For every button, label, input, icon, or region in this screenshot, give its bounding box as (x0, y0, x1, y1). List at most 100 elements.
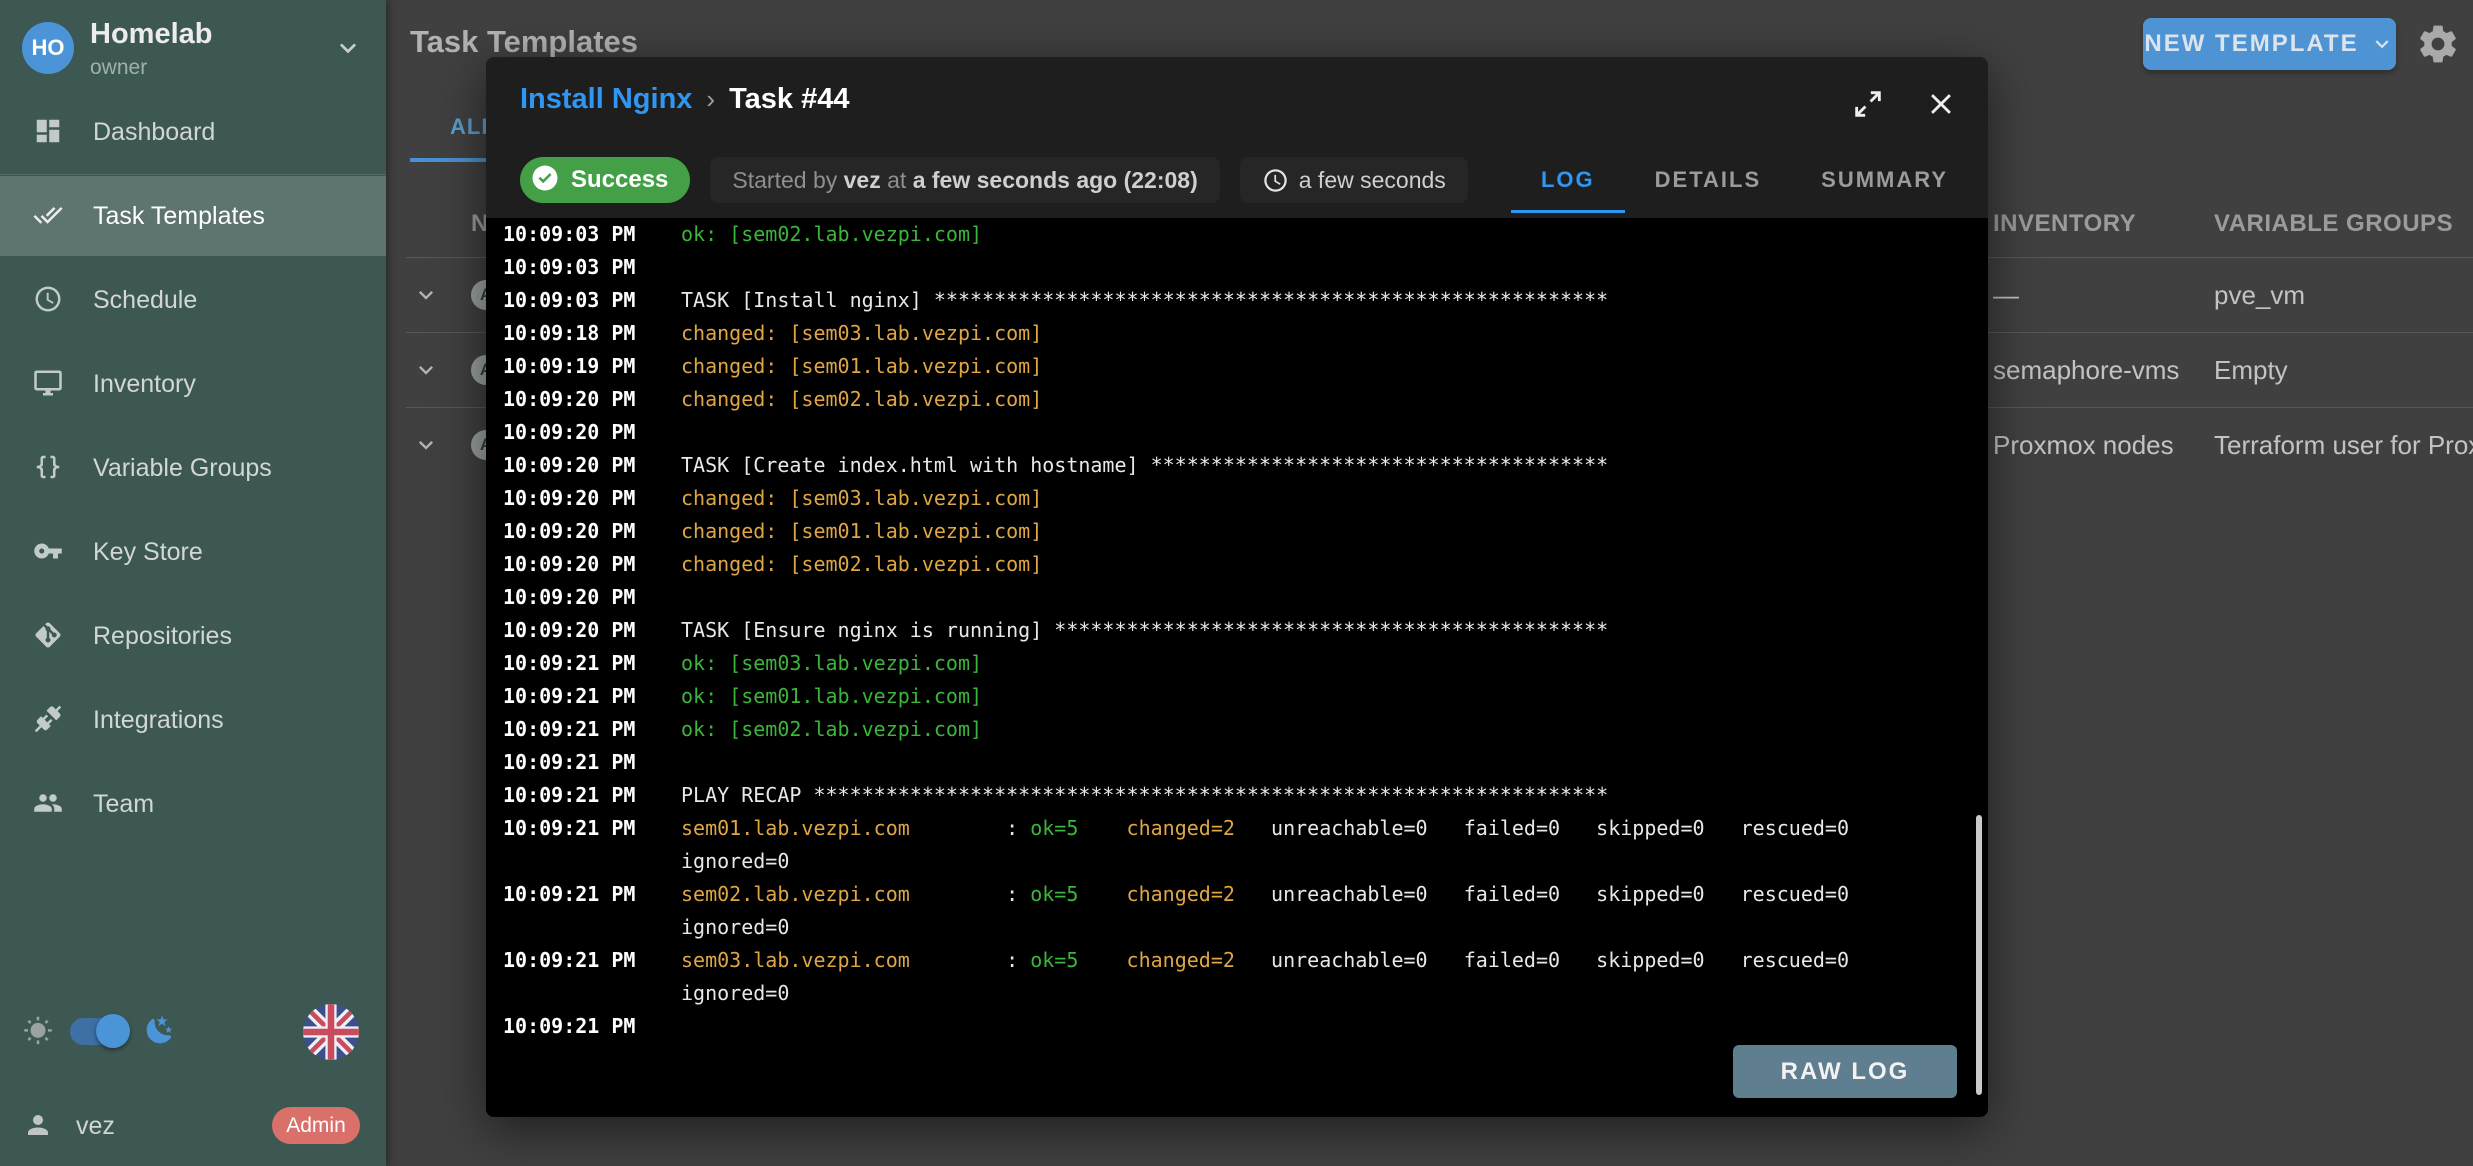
raw-log-button[interactable]: RAW LOG (1733, 1045, 1957, 1098)
sidebar-item-key-store[interactable]: Key Store (0, 512, 386, 592)
cell-variable-groups: pve_vm (2214, 280, 2305, 311)
sidebar-item-label: Inventory (93, 370, 196, 399)
chevron-down-icon[interactable] (412, 356, 440, 384)
log-line: 10:09:20 PM (486, 416, 1988, 449)
new-template-button[interactable]: NEW TEMPLATE (2143, 18, 2396, 70)
sidebar-item-label: Team (93, 790, 154, 819)
sidebar-item-task-templates[interactable]: Task Templates (0, 176, 386, 256)
log-timestamp: 10:09:20 PM (503, 581, 681, 614)
page-title: Task Templates (410, 24, 638, 60)
breadcrumb-separator: › (706, 84, 715, 115)
sidebar-menu: Dashboard Task Templates Schedule Inventory… (0, 92, 386, 848)
log-timestamp: 10:09:21 PM (503, 878, 681, 911)
sidebar-item-schedule[interactable]: Schedule (0, 260, 386, 340)
sun-icon (23, 1016, 53, 1046)
sidebar: HO Homelab owner Dashboard Task Templates… (0, 0, 386, 1166)
gear-icon[interactable] (2416, 22, 2460, 66)
tab-log[interactable]: LOG (1511, 147, 1625, 213)
user-row[interactable]: vez Admin (0, 1100, 386, 1160)
log-line: 10:09:18 PMchanged: [sem03.lab.vezpi.com… (486, 317, 1988, 350)
log-timestamp: 10:09:20 PM (503, 614, 681, 647)
monitor-icon (33, 368, 65, 400)
app-root: Task Templates ALL NAME INVENTORY VARIAB… (0, 0, 2473, 1166)
cell-variable-groups: Terraform user for Proxm (2214, 430, 2473, 461)
log-line: 10:09:21 PMPLAY RECAP ******************… (486, 779, 1988, 812)
log-line: ignored=0 (486, 911, 1988, 944)
sidebar-item-repositories[interactable]: Repositories (0, 596, 386, 676)
status-row: Success Started by vez at a few seconds … (520, 157, 1468, 203)
log-scrollbar[interactable] (1976, 815, 1982, 1095)
sidebar-item-inventory[interactable]: Inventory (0, 344, 386, 424)
braces-icon (33, 452, 65, 484)
sidebar-item-team[interactable]: Team (0, 764, 386, 844)
log-timestamp: 10:09:21 PM (503, 680, 681, 713)
cell-inventory: semaphore-vms (1993, 355, 2179, 386)
log-line: 10:09:21 PMsem03.lab.vezpi.com : ok=5 ch… (486, 944, 1988, 977)
dark-mode-toggle-knob[interactable] (96, 1014, 130, 1048)
log-timestamp: 10:09:21 PM (503, 647, 681, 680)
log-line: 10:09:21 PMok: [sem02.lab.vezpi.com] (486, 713, 1988, 746)
tab-summary[interactable]: SUMMARY (1791, 147, 1978, 213)
log-line: 10:09:20 PMchanged: [sem02.lab.vezpi.com… (486, 383, 1988, 416)
sidebar-item-label: Repositories (93, 622, 232, 651)
log-panel: 10:09:03 PMok: [sem02.lab.vezpi.com]10:0… (486, 218, 1988, 1117)
log-line: 10:09:21 PMok: [sem03.lab.vezpi.com] (486, 647, 1988, 680)
log-timestamp: 10:09:03 PM (503, 284, 681, 317)
sidebar-item-label: Task Templates (93, 202, 265, 231)
team-icon (33, 788, 65, 820)
cell-inventory: Proxmox nodes (1993, 430, 2174, 461)
chevron-down-icon (332, 32, 364, 64)
cell-inventory: — (1993, 280, 2019, 311)
template-link[interactable]: Install Nginx (520, 83, 692, 116)
language-flag-uk[interactable] (303, 1004, 359, 1060)
log-timestamp: 10:09:20 PM (503, 449, 681, 482)
chevron-down-icon[interactable] (412, 431, 440, 459)
task-modal: Install Nginx › Task #44 Success Started… (486, 57, 1988, 1117)
log-line: 10:09:21 PM (486, 746, 1988, 779)
clock-icon (1262, 167, 1289, 194)
duration-chip: a few seconds (1240, 157, 1468, 203)
admin-badge: Admin (272, 1107, 360, 1144)
log-line: 10:09:03 PM (486, 251, 1988, 284)
project-selector[interactable]: HO Homelab owner (0, 0, 386, 92)
log-timestamp: 10:09:19 PM (503, 350, 681, 383)
menu-divider (0, 174, 386, 175)
tab-details[interactable]: DETAILS (1625, 147, 1791, 213)
cell-variable-groups: Empty (2214, 355, 2288, 386)
log-lines: 10:09:03 PMok: [sem02.lab.vezpi.com]10:0… (486, 218, 1988, 1043)
sidebar-item-integrations[interactable]: Integrations (0, 680, 386, 760)
log-line: 10:09:20 PMchanged: [sem03.lab.vezpi.com… (486, 482, 1988, 515)
check-all-icon (33, 200, 65, 232)
log-timestamp (503, 911, 681, 944)
key-icon (33, 536, 65, 568)
log-line: 10:09:20 PMTASK [Ensure nginx is running… (486, 614, 1988, 647)
sidebar-item-label: Variable Groups (93, 454, 272, 483)
log-line: 10:09:21 PMsem02.lab.vezpi.com : ok=5 ch… (486, 878, 1988, 911)
expand-icon[interactable] (1851, 87, 1885, 121)
log-timestamp (503, 845, 681, 878)
git-icon (33, 620, 65, 652)
chevron-down-icon[interactable] (412, 281, 440, 309)
log-timestamp: 10:09:20 PM (503, 416, 681, 449)
project-name: Homelab (90, 18, 212, 51)
sidebar-item-label: Key Store (93, 538, 203, 567)
log-line: 10:09:20 PMchanged: [sem01.lab.vezpi.com… (486, 515, 1988, 548)
sidebar-item-variable-groups[interactable]: Variable Groups (0, 428, 386, 508)
check-circle-icon (530, 163, 560, 198)
log-timestamp: 10:09:03 PM (503, 251, 681, 284)
task-title: Task #44 (729, 83, 849, 116)
close-icon[interactable] (1924, 87, 1958, 121)
log-line: 10:09:20 PMTASK [Create index.html with … (486, 449, 1988, 482)
log-timestamp: 10:09:21 PM (503, 779, 681, 812)
log-line: ignored=0 (486, 845, 1988, 878)
sidebar-item-label: Dashboard (93, 118, 215, 147)
plug-icon (33, 704, 65, 736)
sidebar-item-dashboard[interactable]: Dashboard (0, 92, 386, 172)
log-timestamp: 10:09:20 PM (503, 515, 681, 548)
user-name: vez (76, 1112, 115, 1141)
person-icon (23, 1110, 53, 1140)
log-line: 10:09:20 PMchanged: [sem02.lab.vezpi.com… (486, 548, 1988, 581)
sidebar-item-label: Integrations (93, 706, 224, 735)
log-line: 10:09:03 PMTASK [Install nginx] ********… (486, 284, 1988, 317)
column-header-variable-groups: VARIABLE GROUPS (2214, 210, 2453, 238)
